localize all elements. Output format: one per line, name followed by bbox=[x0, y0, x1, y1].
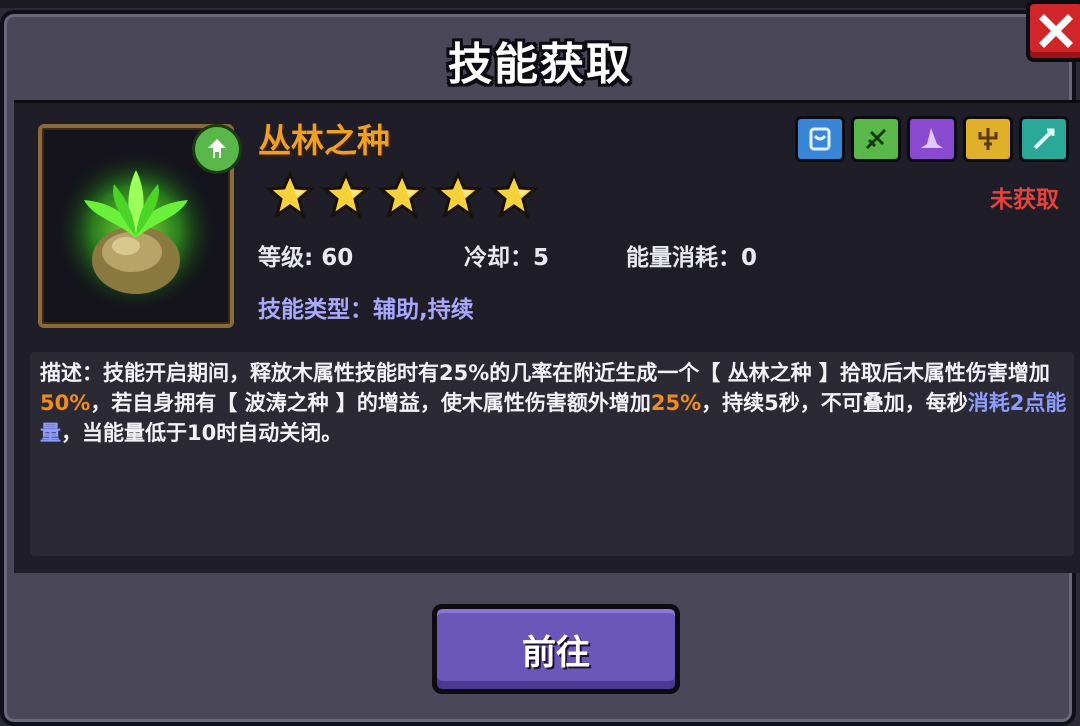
skill-type-label: 技能类型： bbox=[258, 297, 373, 323]
star-rating bbox=[265, 170, 539, 220]
jungle-seed-icon bbox=[56, 148, 216, 308]
attribute-icons bbox=[795, 116, 1069, 162]
gold-attribute-icon[interactable] bbox=[963, 116, 1013, 162]
close-button[interactable] bbox=[1026, 0, 1080, 62]
skill-name: 丛林之种 bbox=[258, 121, 390, 160]
skill-energy-cost: 能量消耗：0 bbox=[626, 245, 758, 271]
star-icon bbox=[265, 170, 315, 220]
close-icon bbox=[1039, 14, 1073, 48]
skill-type: 技能类型：辅助,持续 bbox=[258, 290, 474, 324]
description-highlight-1: 50% bbox=[40, 391, 91, 415]
skill-cooldown: 冷却：5 bbox=[464, 245, 550, 271]
star-icon bbox=[377, 170, 427, 220]
description-text-3: ，持续5秒，不可叠加，每秒 bbox=[701, 391, 968, 415]
star-icon bbox=[489, 170, 539, 220]
description-highlight-2: 25% bbox=[650, 391, 702, 415]
dialog-title: 技能获取 bbox=[448, 39, 632, 90]
shadow-attribute-icon[interactable] bbox=[907, 116, 957, 162]
description-text-2: ，若自身拥有【 波涛之种 】的增益，使木属性伤害额外增加 bbox=[90, 391, 651, 415]
go-button[interactable]: 前往 bbox=[432, 604, 680, 694]
star-icon bbox=[433, 170, 483, 220]
wood-attribute-icon[interactable] bbox=[851, 116, 901, 162]
description-text-1: 描述：技能开启期间，释放木属性技能时有25%的几率在附近生成一个【 丛林之种 】… bbox=[40, 361, 1050, 385]
water-attribute-icon[interactable] bbox=[795, 116, 845, 162]
star-icon bbox=[321, 170, 371, 220]
top-strip bbox=[0, 0, 1080, 8]
skill-type-value: 辅助,持续 bbox=[373, 297, 474, 323]
description-text-4: ，当能量低于10时自动关闭。 bbox=[61, 421, 343, 445]
wood-element-icon bbox=[192, 124, 242, 174]
acquire-status: 未获取 bbox=[990, 187, 1059, 213]
skill-level: 等级: 60 bbox=[258, 245, 354, 271]
skill-description: 描述：技能开启期间，释放木属性技能时有25%的几率在附近生成一个【 丛林之种 】… bbox=[40, 358, 1076, 448]
wind-attribute-icon[interactable] bbox=[1019, 116, 1069, 162]
